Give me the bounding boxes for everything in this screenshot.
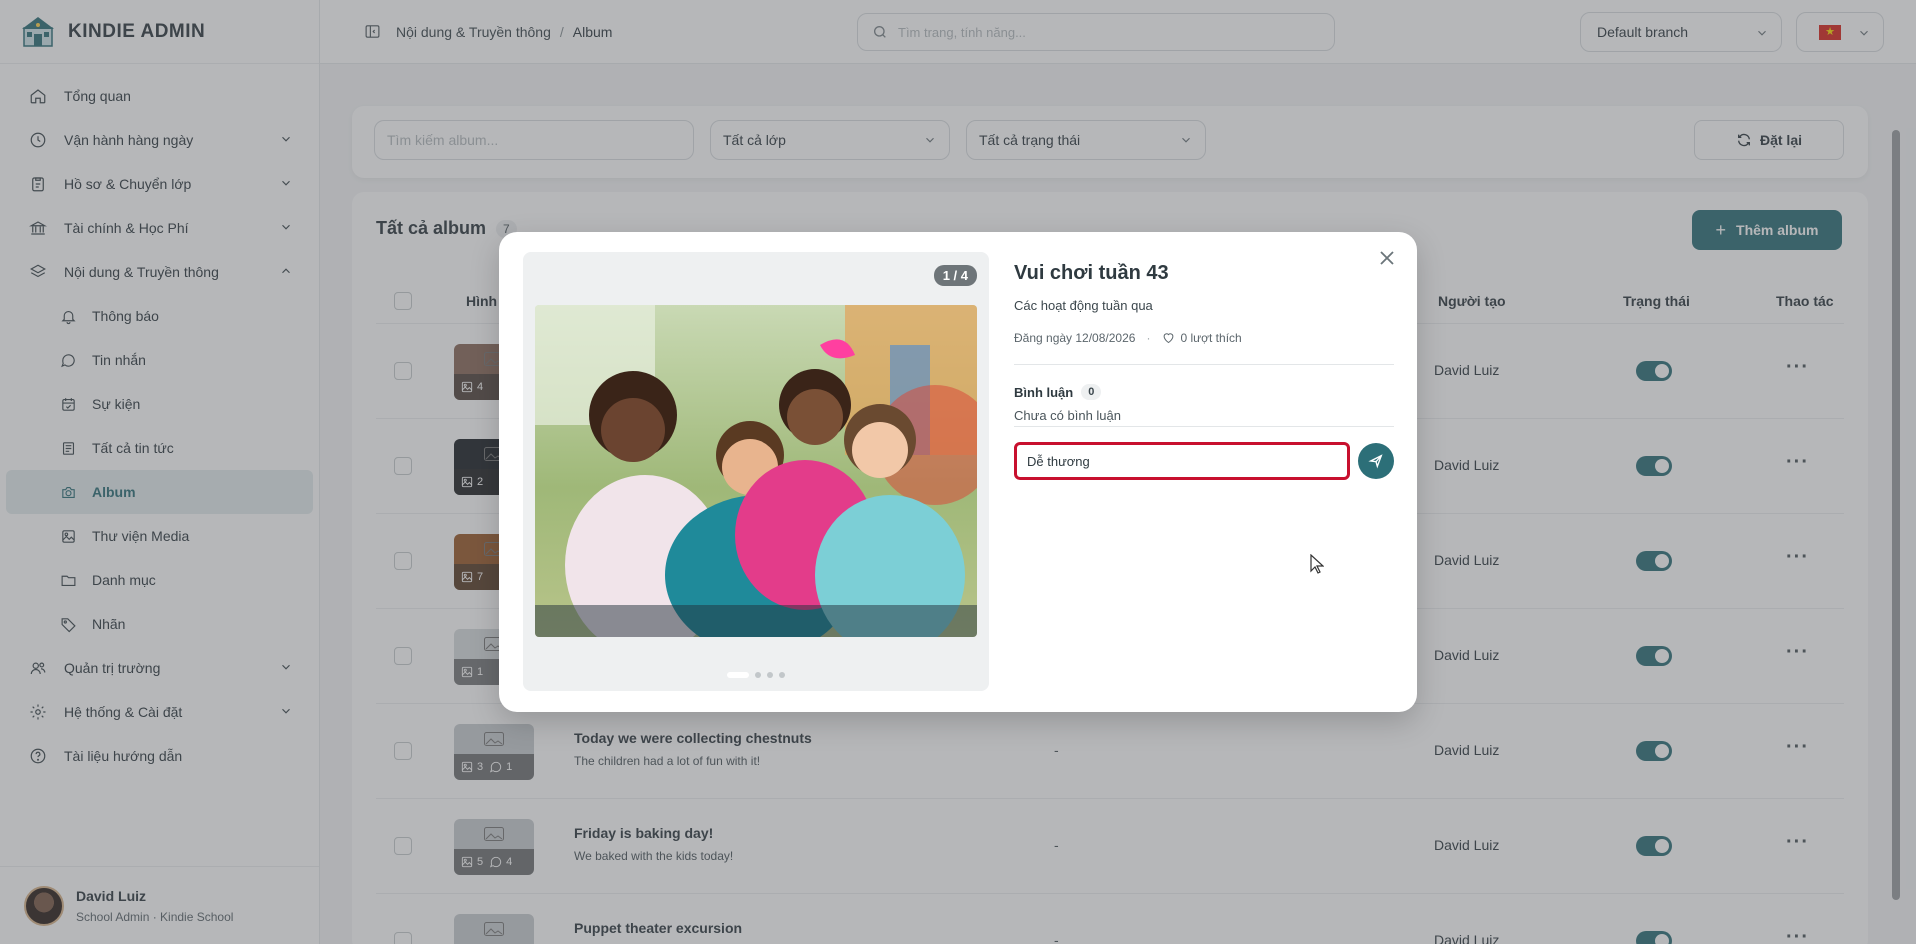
gallery-pagination [727, 672, 791, 678]
photo-counter: 1 / 4 [933, 265, 977, 286]
like-count: 0 lượt thích [1180, 330, 1242, 345]
posted-date: Đăng ngày 12/08/2026 [1014, 330, 1136, 345]
comments-count-badge: 0 [1081, 384, 1102, 400]
meta-separator: · [1146, 330, 1151, 345]
comment-input[interactable] [1014, 442, 1350, 480]
comments-label: Bình luận [1014, 384, 1074, 400]
mouse-cursor-icon [1310, 554, 1324, 574]
comments-heading: Bình luận 0 [1014, 384, 1102, 400]
album-subtitle: Các hoạt động tuần qua [1014, 298, 1153, 313]
photo-gallery[interactable]: 1 / 4 [523, 252, 989, 691]
gallery-dot[interactable] [767, 672, 773, 678]
gallery-dot[interactable] [779, 672, 785, 678]
gallery-dot[interactable] [727, 672, 749, 678]
send-icon [1368, 454, 1383, 469]
divider [1014, 364, 1394, 365]
album-title: Vui chơi tuần 43 [1014, 262, 1169, 284]
no-comments-text: Chưa có bình luận [1014, 408, 1121, 423]
gallery-dot[interactable] [755, 672, 761, 678]
album-photo[interactable] [535, 305, 977, 637]
like-button[interactable]: 0 lượt thích [1161, 330, 1242, 345]
send-comment-button[interactable] [1358, 443, 1394, 479]
heart-icon [1164, 333, 1174, 344]
album-detail-modal: 1 / 4 Vui chơi tuần 43 Các hoạt động tuầ… [499, 232, 1417, 712]
close-icon[interactable] [1375, 246, 1399, 270]
divider [1014, 426, 1394, 427]
album-meta: Đăng ngày 12/08/2026 · 0 lượt thích [1014, 330, 1242, 345]
